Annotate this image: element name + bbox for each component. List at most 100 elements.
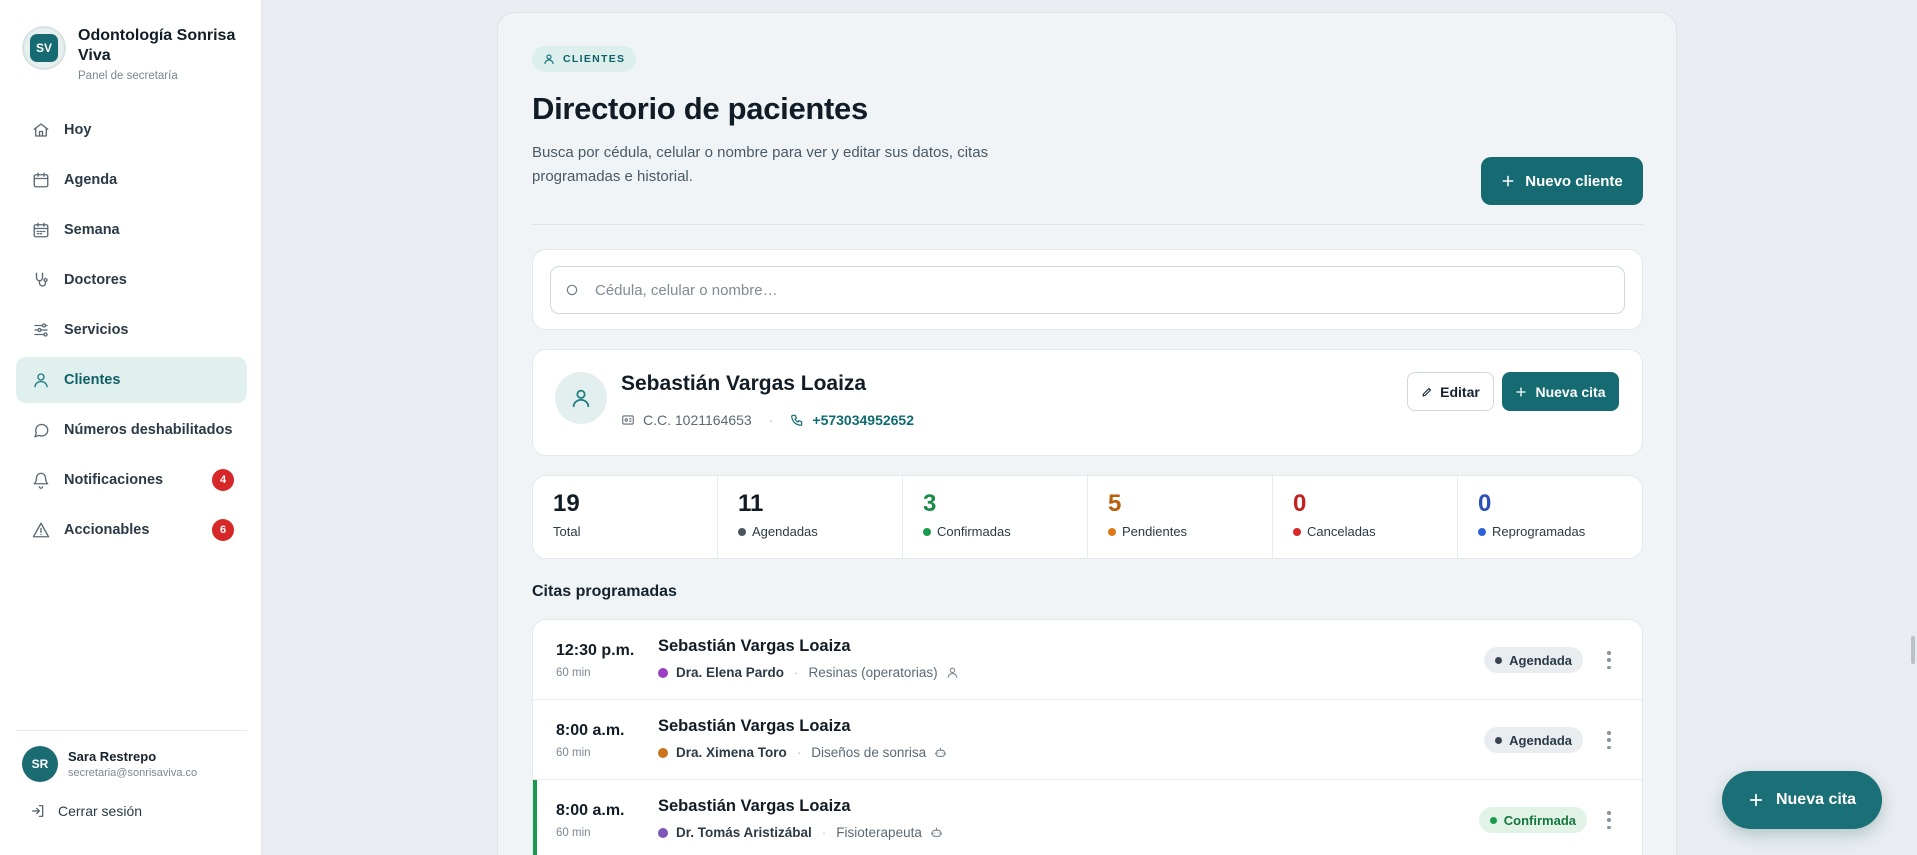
appointment-service: Resinas (operatorias) bbox=[808, 665, 938, 680]
kebab-dot bbox=[1607, 825, 1611, 829]
stat-reprogramadas: 0 Reprogramadas bbox=[1458, 476, 1642, 558]
edit-label: Editar bbox=[1440, 383, 1480, 400]
user-icon bbox=[544, 54, 554, 65]
search-input[interactable] bbox=[595, 281, 1495, 299]
appointment-meta: Dr. Tomás Aristizábal · Fisioterapeuta bbox=[658, 825, 943, 840]
appointments-list: 12:30 p.m. 60 min Sebastián Vargas Loaiz… bbox=[532, 619, 1643, 855]
patient-id: C.C. 1021164653 bbox=[621, 412, 752, 428]
meta-separator: · bbox=[794, 665, 799, 680]
logout-button[interactable]: Cerrar sesión bbox=[30, 803, 142, 819]
patient-card: Sebastián Vargas Loaiza C.C. 1021164653 … bbox=[532, 349, 1643, 456]
phone-icon bbox=[791, 414, 803, 426]
sidebar-item-numeros-deshabilitados[interactable]: Números deshabilitados bbox=[16, 407, 247, 453]
sidebar-item-accionables[interactable]: Accionables 6 bbox=[16, 507, 247, 553]
more-options-button[interactable] bbox=[1606, 728, 1612, 752]
new-client-button[interactable]: Nuevo cliente bbox=[1481, 157, 1643, 205]
fab-label: Nueva cita bbox=[1775, 791, 1857, 808]
home-icon bbox=[32, 121, 50, 139]
appointment-duration: 60 min bbox=[556, 747, 591, 759]
search-icon bbox=[566, 284, 578, 296]
stat-label-text: Total bbox=[553, 524, 581, 539]
user-icon bbox=[572, 389, 590, 408]
sidebar-item-label: Servicios bbox=[64, 322, 129, 338]
more-options-button[interactable] bbox=[1606, 808, 1612, 832]
appointment-row[interactable]: 8:00 a.m. 60 min Sebastián Vargas Loaiza… bbox=[533, 780, 1642, 855]
logo-initials: SV bbox=[30, 34, 58, 62]
appointment-row[interactable]: 12:30 p.m. 60 min Sebastián Vargas Loaiz… bbox=[533, 620, 1642, 700]
person-icon bbox=[947, 667, 957, 678]
logout-icon bbox=[32, 805, 44, 817]
appointment-stats: 19 Total 11 Agendadas 3 Confirmadas 5 Pe… bbox=[532, 475, 1643, 559]
more-options-button[interactable] bbox=[1606, 648, 1612, 672]
appointment-meta: Dra. Ximena Toro · Diseños de sonrisa bbox=[658, 745, 947, 760]
doctor-color-dot bbox=[658, 667, 668, 678]
appointment-time: 12:30 p.m. bbox=[556, 642, 635, 659]
clinic-logo: SV bbox=[22, 26, 66, 70]
kebab-dot bbox=[1607, 731, 1611, 735]
appointment-row[interactable]: 8:00 a.m. 60 min Sebastián Vargas Loaiza… bbox=[533, 700, 1642, 780]
status-label: Agendada bbox=[1509, 652, 1572, 668]
id-card-icon bbox=[622, 415, 634, 425]
user-profile[interactable]: SR Sara Restrepo secretaria@sonrisaviva.… bbox=[22, 746, 197, 782]
kebab-dot bbox=[1607, 665, 1611, 669]
user-icon bbox=[32, 371, 50, 389]
sidebar-item-doctores[interactable]: Doctores bbox=[16, 257, 247, 303]
status-dot bbox=[1495, 656, 1503, 664]
sidebar-item-semana[interactable]: Semana bbox=[16, 207, 247, 253]
stat-value: 0 bbox=[1478, 490, 1492, 517]
sidebar-item-notificaciones[interactable]: Notificaciones 4 bbox=[16, 457, 247, 503]
stat-label-text: Confirmadas bbox=[937, 524, 1011, 539]
status-dot bbox=[738, 527, 746, 536]
status-dot bbox=[1293, 527, 1301, 536]
patient-id-label: C.C. 1021164653 bbox=[643, 412, 752, 428]
meta-separator: · bbox=[796, 745, 802, 760]
appointment-service: Diseños de sonrisa bbox=[811, 745, 927, 760]
sidebar-item-agenda[interactable]: Agenda bbox=[16, 157, 247, 203]
sidebar-item-label: Notificaciones bbox=[64, 472, 164, 488]
pencil-icon bbox=[1422, 387, 1432, 397]
stat-label: Canceladas bbox=[1293, 524, 1457, 539]
floating-new-appointment-button[interactable]: Nueva cita bbox=[1722, 771, 1882, 829]
plus-icon bbox=[1516, 386, 1527, 397]
sidebar-item-clientes[interactable]: Clientes bbox=[16, 357, 247, 403]
patient-phone-link[interactable]: +573034952652 bbox=[790, 412, 914, 428]
brand[interactable]: SV Odontología Sonrisa Viva Panel de sec… bbox=[22, 26, 252, 82]
stat-canceladas: 0 Canceladas bbox=[1273, 476, 1458, 558]
message-icon bbox=[32, 421, 50, 439]
appointments-heading: Citas programadas bbox=[532, 583, 677, 600]
sidebar-item-servicios[interactable]: Servicios bbox=[16, 307, 247, 353]
kebab-dot bbox=[1607, 738, 1611, 742]
calendar-icon bbox=[32, 171, 50, 189]
doctor-color-dot bbox=[658, 747, 668, 758]
appointment-patient: Sebastián Vargas Loaiza bbox=[658, 637, 851, 655]
appointment-time: 8:00 a.m. bbox=[556, 802, 625, 819]
stat-value: 5 bbox=[1108, 490, 1122, 517]
stat-label: Total bbox=[553, 524, 717, 539]
patient-name: Sebastián Vargas Loaiza bbox=[621, 372, 867, 395]
sidebar-item-hoy[interactable]: Hoy bbox=[16, 107, 247, 153]
meta-separator: · bbox=[821, 825, 827, 840]
doctor-color-dot bbox=[658, 827, 668, 838]
edit-patient-button[interactable]: Editar bbox=[1407, 372, 1494, 411]
kebab-dot bbox=[1607, 658, 1611, 662]
clinic-name: Odontología Sonrisa Viva bbox=[78, 27, 236, 64]
status-badge: Confirmada bbox=[1478, 807, 1587, 833]
search-field[interactable] bbox=[550, 266, 1625, 314]
patient-meta: C.C. 1021164653 · +573034952652 bbox=[621, 412, 914, 428]
kebab-dot bbox=[1607, 745, 1611, 749]
scrollbar-handle[interactable] bbox=[1911, 636, 1915, 664]
section-chip: CLIENTES bbox=[532, 46, 637, 72]
appointment-doctor: Dra. Ximena Toro bbox=[676, 745, 787, 760]
avatar: SR bbox=[22, 746, 58, 782]
logout-label: Cerrar sesión bbox=[58, 803, 143, 819]
header-divider bbox=[532, 224, 1643, 225]
robot-icon bbox=[935, 747, 947, 757]
appointment-patient: Sebastián Vargas Loaiza bbox=[658, 717, 851, 735]
patient-phone: +573034952652 bbox=[812, 412, 914, 428]
sidebar-nav: Hoy Agenda Semana Doctores Servicios Cli… bbox=[16, 107, 247, 557]
status-dot bbox=[1495, 736, 1503, 744]
new-appointment-button[interactable]: Nueva cita bbox=[1502, 372, 1619, 411]
stat-agendadas: 11 Agendadas bbox=[718, 476, 903, 558]
plus-icon bbox=[1502, 175, 1514, 187]
stat-label-text: Reprogramadas bbox=[1492, 524, 1586, 539]
